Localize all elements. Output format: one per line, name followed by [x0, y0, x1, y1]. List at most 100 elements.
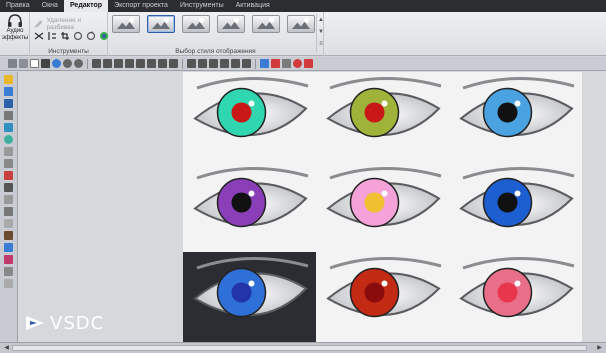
eye-image-5[interactable]: [316, 162, 449, 252]
ungroup-icon[interactable]: [242, 59, 251, 68]
close-preview-icon[interactable]: [304, 59, 313, 68]
tab-edit[interactable]: Правка: [0, 0, 36, 12]
display-style-option-5[interactable]: [252, 15, 280, 33]
editor-toolbar: [0, 57, 606, 71]
add-line-icon[interactable]: [4, 147, 13, 156]
move-down-icon[interactable]: [198, 59, 207, 68]
tab-activation[interactable]: Активация: [230, 0, 276, 12]
pencil-icon: [34, 20, 43, 28]
ribbon-gallery-scroller[interactable]: ▲ ▼ ≡: [316, 14, 324, 52]
display-style-option-1[interactable]: [112, 15, 140, 33]
tab-editor[interactable]: Редактор: [63, 0, 109, 12]
eye-collage: [183, 72, 582, 342]
horizontal-scroll-thumb[interactable]: [12, 345, 587, 351]
add-audio-icon[interactable]: [4, 111, 13, 120]
add-more-icon[interactable]: [4, 279, 13, 288]
cut-icon[interactable]: [34, 31, 44, 41]
crop-icon[interactable]: [60, 31, 70, 41]
eye-image-3[interactable]: [449, 72, 582, 162]
tab-export-project[interactable]: Экспорт проекта: [108, 0, 174, 12]
menu-tab-bar: Правка Окна Редактор Экспорт проекта Инс…: [0, 0, 606, 12]
align-left-icon[interactable]: [92, 59, 101, 68]
rotate-left-icon[interactable]: [73, 31, 83, 41]
eye-image-4[interactable]: [183, 162, 316, 252]
add-video-icon[interactable]: [4, 87, 13, 96]
align-top-icon[interactable]: [125, 59, 134, 68]
audio-effects-label-line2: эффекты: [2, 35, 29, 41]
scroll-left-icon[interactable]: ◀: [2, 344, 11, 352]
eye-image-2[interactable]: [316, 72, 449, 162]
display-style-option-2[interactable]: [147, 15, 175, 33]
select-icon[interactable]: [19, 59, 28, 68]
remove-split-button[interactable]: Удаление и разбивка: [46, 17, 107, 31]
vsdc-brand-name: VSDC: [50, 312, 105, 334]
undo-icon[interactable]: [63, 59, 72, 68]
align-right-icon[interactable]: [114, 59, 123, 68]
gallery-down-icon[interactable]: ▼: [317, 26, 325, 38]
move-up-icon[interactable]: [187, 59, 196, 68]
vsdc-watermark: VSDC: [24, 312, 104, 334]
eye-image-7[interactable]: [183, 252, 316, 342]
resize-icon[interactable]: [169, 59, 178, 68]
bring-front-icon[interactable]: [209, 59, 218, 68]
redo-icon[interactable]: [74, 59, 83, 68]
add-animation-icon[interactable]: [4, 231, 13, 240]
add-free-shape-icon[interactable]: [4, 207, 13, 216]
align-center-icon[interactable]: [103, 59, 112, 68]
display-style-option-3[interactable]: [182, 15, 210, 33]
horizontal-scrollbar[interactable]: ◀ ▶: [0, 342, 606, 353]
ribbon-panel: Аудио эффекты Удаление и разбивка Инстру…: [0, 12, 606, 56]
send-back-icon[interactable]: [220, 59, 229, 68]
add-image-icon[interactable]: [4, 99, 13, 108]
add-text-icon[interactable]: [4, 123, 13, 132]
tab-windows[interactable]: Окна: [36, 0, 64, 12]
toolbar-separator: [182, 58, 183, 69]
group-icon[interactable]: [231, 59, 240, 68]
add-sprite-icon[interactable]: [4, 183, 13, 192]
scene-canvas[interactable]: [183, 72, 582, 342]
new-page-icon[interactable]: [30, 59, 39, 68]
tab-tools[interactable]: Инструменты: [174, 0, 230, 12]
add-music-icon[interactable]: [4, 255, 13, 264]
delete-icon[interactable]: [41, 59, 50, 68]
eye-image-8[interactable]: [316, 252, 449, 342]
toolbar-separator: [255, 58, 256, 69]
add-subtitle-icon[interactable]: [4, 159, 13, 168]
rotate-right-icon[interactable]: [86, 31, 96, 41]
distribute-icon[interactable]: [158, 59, 167, 68]
cursor-tool-icon[interactable]: [4, 75, 13, 84]
headphones-icon: [8, 14, 22, 27]
split-icon[interactable]: [47, 31, 57, 41]
add-mask-icon[interactable]: [4, 219, 13, 228]
scroll-right-icon[interactable]: ▶: [595, 344, 604, 352]
preview-icon[interactable]: [260, 59, 269, 68]
display-style-option-4[interactable]: [217, 15, 245, 33]
display-style-group-label: Выбор стиля отображения: [175, 48, 256, 55]
tools-group: Удаление и разбивка Инструменты: [30, 12, 108, 56]
vsdc-video-editor-window: Правка Окна Редактор Экспорт проекта Инс…: [0, 0, 606, 353]
toolbar-separator: [87, 58, 88, 69]
tools-group-label: Инструменты: [48, 48, 89, 55]
display-style-option-6[interactable]: [287, 15, 315, 33]
audio-effects-group: Аудио эффекты: [0, 12, 30, 56]
voice-record-icon[interactable]: [293, 59, 302, 68]
add-counter-icon[interactable]: [4, 243, 13, 252]
add-shape-icon[interactable]: [4, 135, 13, 144]
eye-image-9[interactable]: [449, 252, 582, 342]
add-list-icon[interactable]: [4, 267, 13, 276]
gallery-up-icon[interactable]: ▲: [317, 14, 325, 26]
align-bottom-icon[interactable]: [147, 59, 156, 68]
eye-image-6[interactable]: [449, 162, 582, 252]
add-chart-icon[interactable]: [4, 171, 13, 180]
gallery-expand-icon[interactable]: ≡: [317, 38, 325, 50]
remove-split-row: Удаление и разбивка: [34, 17, 107, 31]
toolbar-handle-icon: [8, 59, 17, 68]
left-object-toolbar: [0, 72, 18, 342]
add-movement-icon[interactable]: [4, 195, 13, 204]
audio-effects-button[interactable]: Аудио эффекты: [2, 14, 28, 48]
screen-capture-icon[interactable]: [282, 59, 291, 68]
align-middle-icon[interactable]: [136, 59, 145, 68]
stop-icon[interactable]: [271, 59, 280, 68]
record-icon[interactable]: [52, 59, 61, 68]
eye-image-1[interactable]: [183, 72, 316, 162]
